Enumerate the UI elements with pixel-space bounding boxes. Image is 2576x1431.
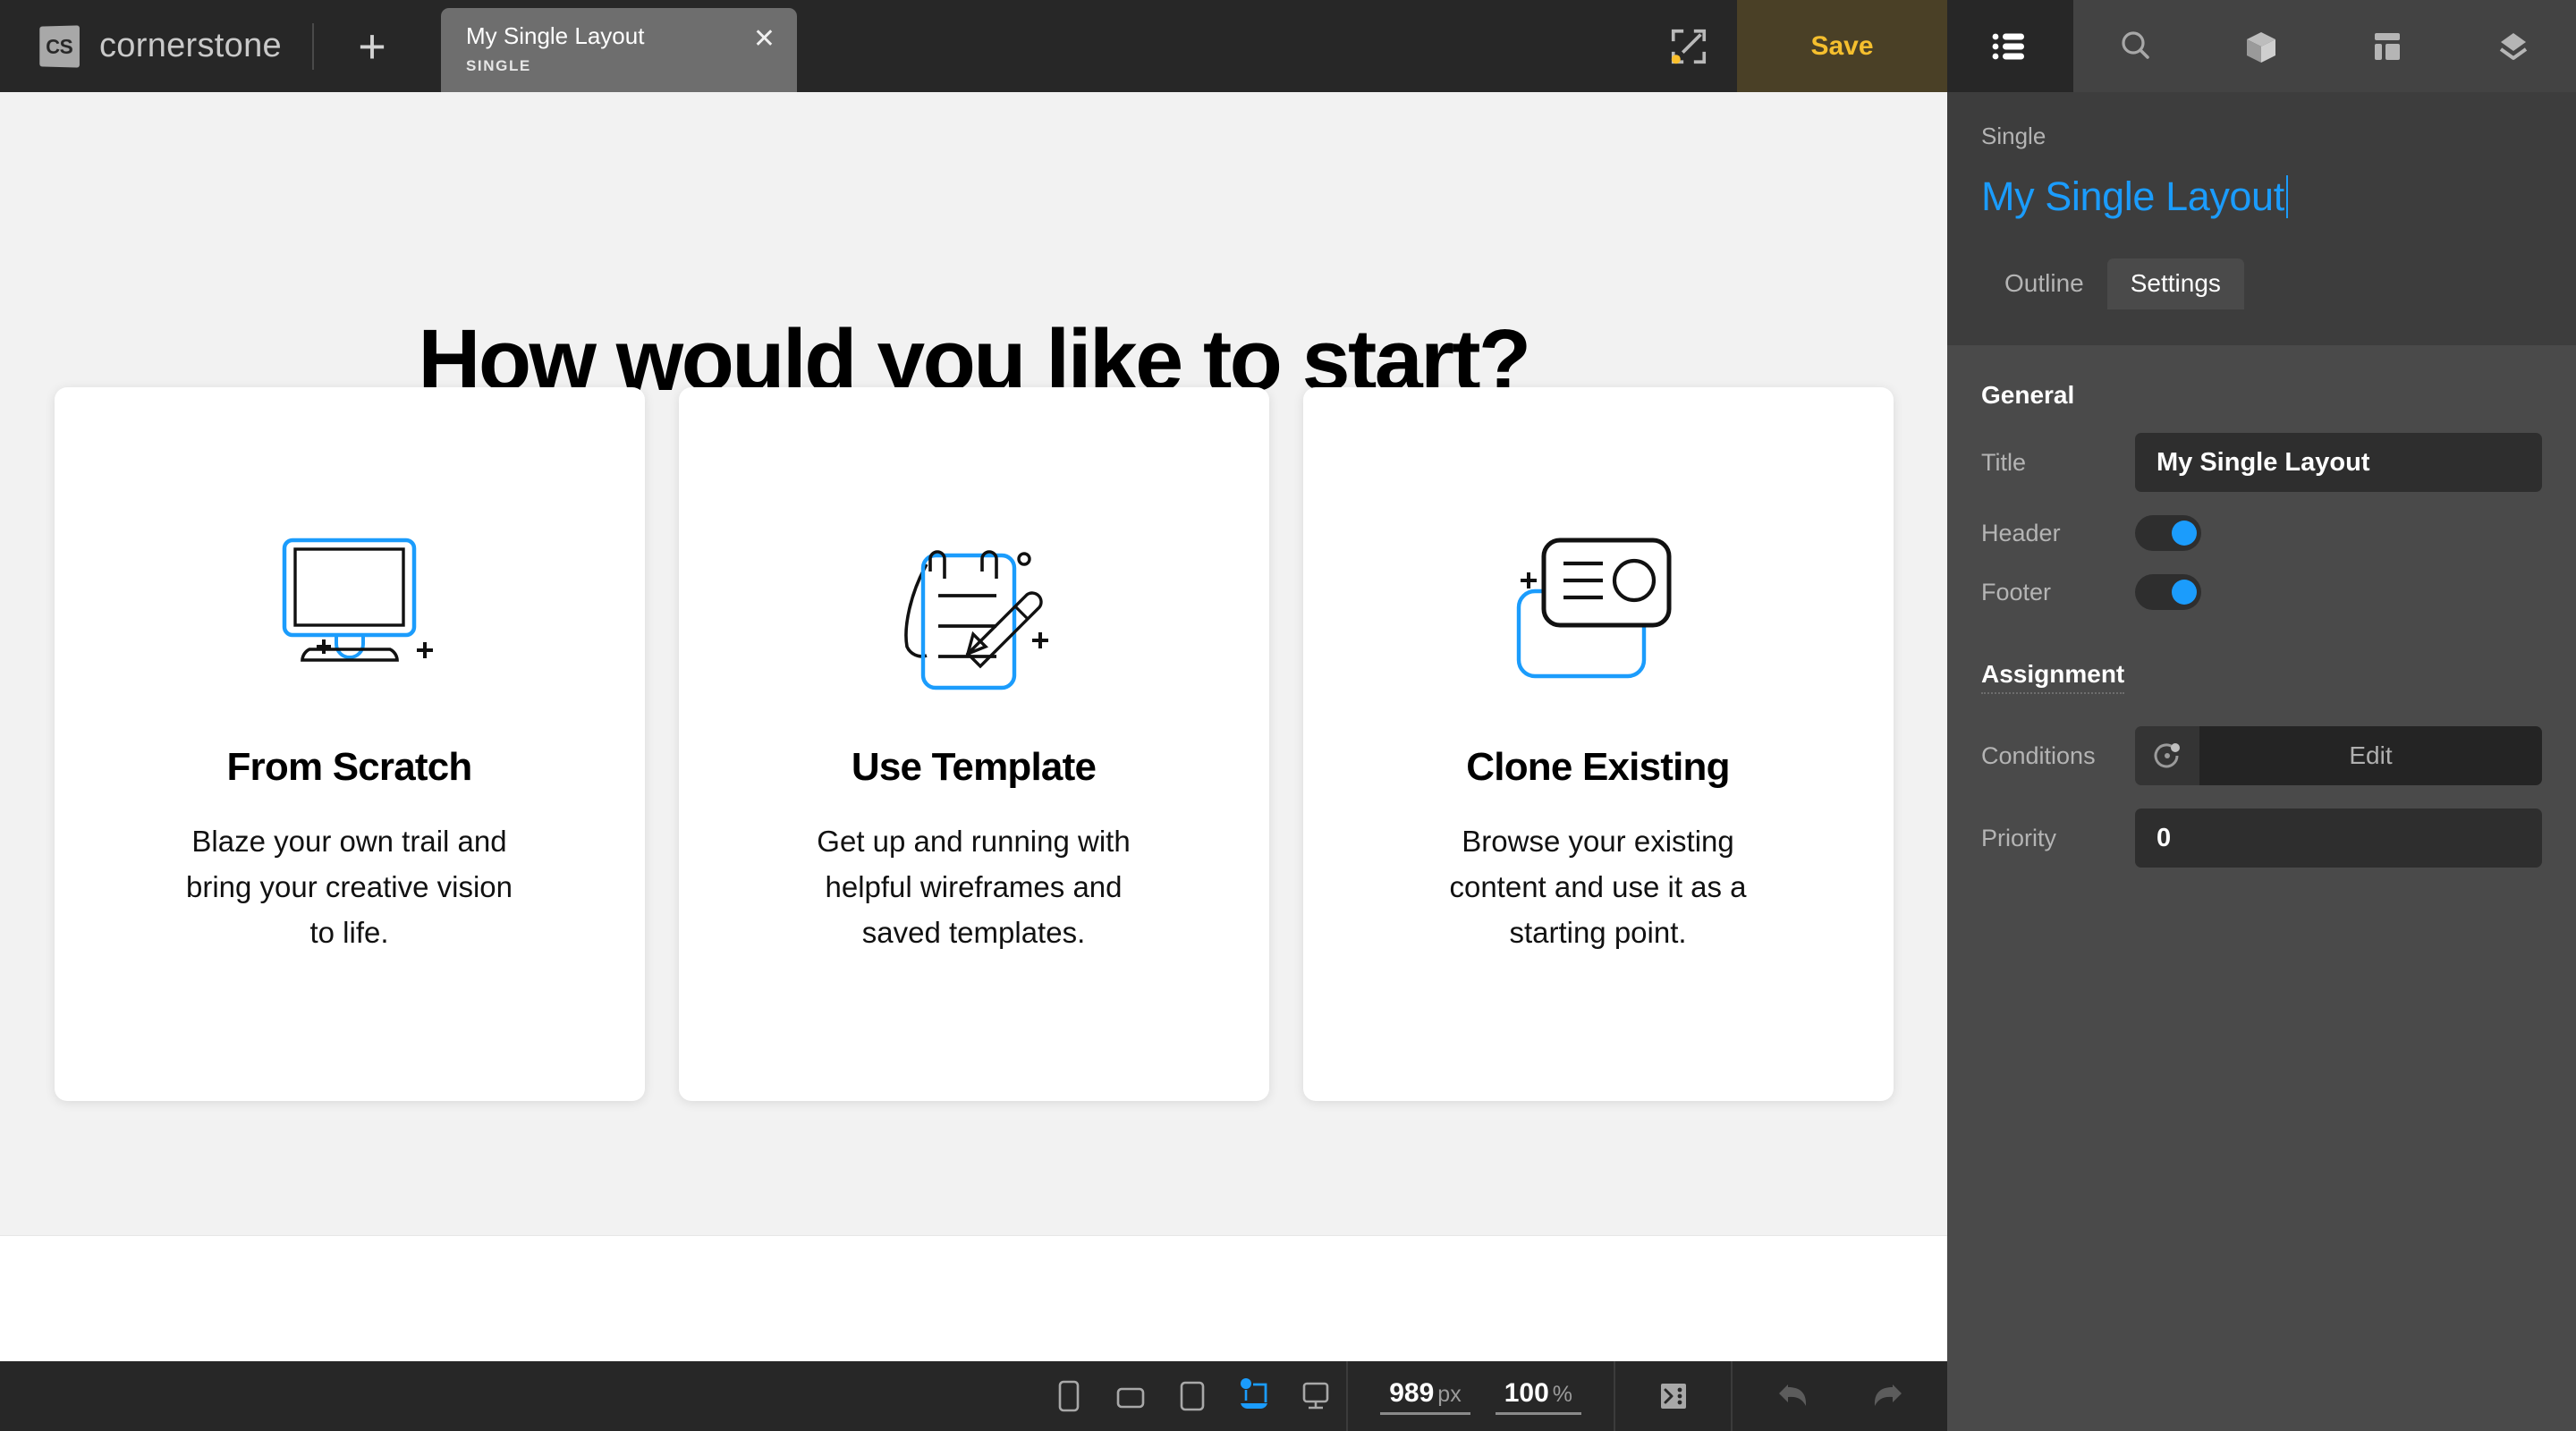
card-title-text: From Scratch xyxy=(226,745,472,789)
preview-button[interactable] xyxy=(1640,0,1737,92)
mobile-portrait-icon[interactable] xyxy=(1038,1361,1099,1431)
header-toggle[interactable] xyxy=(2135,515,2201,551)
card-description: Get up and running with helpful wirefram… xyxy=(817,825,1131,950)
card-description: Blaze your own trail and bring your crea… xyxy=(186,825,513,950)
panel-tab-list[interactable] xyxy=(1947,0,2073,92)
card-title: Use Template xyxy=(847,745,1100,792)
layout-icon xyxy=(2375,32,2401,60)
layers-icon xyxy=(2499,32,2527,60)
text-caret xyxy=(2285,175,2288,218)
page-footer-area xyxy=(0,1235,1947,1361)
field-title-label: Title xyxy=(1981,448,2027,476)
field-title: Title My Single Layout xyxy=(1981,433,2542,492)
title-input[interactable]: My Single Layout xyxy=(2135,433,2542,492)
tab-subtitle: SINGLE xyxy=(465,56,531,74)
field-priority-label: Priority xyxy=(1981,824,2057,851)
cornerstone-logo-icon: CS xyxy=(39,24,80,68)
cube-icon xyxy=(2247,31,2276,63)
toggle-knob xyxy=(2172,580,2197,605)
external-link-icon xyxy=(1671,29,1707,64)
laptop-icon[interactable] xyxy=(1223,1361,1284,1431)
search-icon xyxy=(2122,30,2149,59)
history-group xyxy=(1733,1361,1947,1431)
card-title: From Scratch xyxy=(223,745,476,792)
field-conditions-label: Conditions xyxy=(1981,741,2096,769)
field-footer: Footer xyxy=(1981,574,2542,610)
brand-logo[interactable]: CS cornerstone xyxy=(0,0,282,92)
card-use-template[interactable]: Use Template Get up and running with hel… xyxy=(678,387,1269,1101)
card-title-text: Clone Existing xyxy=(1466,745,1730,789)
bottom-toolbar: 989 px 100 % xyxy=(0,1361,1947,1431)
device-size-group xyxy=(1038,1361,1346,1431)
code-panel-group xyxy=(1615,1361,1731,1431)
panel-header: Single My Single Layout Outline Settings xyxy=(1947,92,2576,309)
monitor-icon xyxy=(247,520,453,699)
start-option-cards: From Scratch Blaze your own trail and br… xyxy=(0,387,1947,1101)
priority-input[interactable]: 0 xyxy=(2135,809,2542,868)
clone-card-icon xyxy=(1496,520,1701,699)
panel-tab-search[interactable] xyxy=(2073,0,2199,92)
field-footer-label: Footer xyxy=(1981,578,2052,605)
section-general-heading: General xyxy=(1981,381,2075,409)
panel-tabs: Outline Settings xyxy=(1981,256,2542,309)
toggle-knob xyxy=(2172,521,2197,546)
panel-tab-blocks[interactable] xyxy=(2199,0,2325,92)
settings-content: General Title My Single Layout Header Fo… xyxy=(1947,345,2576,1431)
save-button[interactable]: Save xyxy=(1737,0,1947,92)
viewport-values: 989 px 100 % xyxy=(1348,1378,1614,1415)
notepad-pencil-icon xyxy=(871,520,1077,699)
page-divider xyxy=(0,1235,1947,1236)
desktop-icon[interactable] xyxy=(1284,1361,1346,1431)
viewport-width-unit: px xyxy=(1437,1381,1462,1407)
add-page-button[interactable]: + xyxy=(346,21,398,72)
app-root: CS cornerstone + My Single Layout SINGLE… xyxy=(0,0,2576,1431)
viewport-width-value: 989 xyxy=(1389,1377,1435,1408)
panel-tab-layout[interactable] xyxy=(2325,0,2451,92)
tab-settings[interactable]: Settings xyxy=(2106,258,2244,309)
mobile-landscape-icon[interactable] xyxy=(1099,1361,1161,1431)
redo-icon[interactable] xyxy=(1855,1361,1917,1431)
toolbar-divider xyxy=(311,22,314,70)
card-description: Browse your existing content and use it … xyxy=(1449,825,1747,950)
zoom-value: 100 xyxy=(1504,1377,1549,1408)
zoom-field[interactable]: 100 % xyxy=(1495,1377,1581,1415)
card-title-text: Use Template xyxy=(851,745,1097,789)
panel-icon-bar xyxy=(1947,0,2576,92)
tablet-icon[interactable] xyxy=(1161,1361,1223,1431)
field-priority: Priority 0 xyxy=(1981,809,2542,868)
breadcrumb: Single xyxy=(1981,123,2046,149)
card-from-scratch[interactable]: From Scratch Blaze your own trail and br… xyxy=(54,387,645,1101)
code-panel-icon[interactable] xyxy=(1642,1361,1704,1431)
right-panel: Single My Single Layout Outline Settings… xyxy=(1947,0,2576,1431)
conditions-edit-button[interactable]: Edit xyxy=(2199,726,2542,785)
open-tab[interactable]: My Single Layout SINGLE ✕ xyxy=(440,8,797,92)
card-title: Clone Existing xyxy=(1462,745,1733,792)
field-conditions: Conditions Edit xyxy=(1981,726,2542,785)
brand-name: cornerstone xyxy=(99,27,282,64)
tab-title: My Single Layout xyxy=(465,22,645,49)
section-assignment-heading: Assignment xyxy=(1981,660,2125,694)
card-clone-existing[interactable]: Clone Existing Browse your existing cont… xyxy=(1302,387,1894,1101)
field-header-label: Header xyxy=(1981,519,2061,546)
zoom-unit: % xyxy=(1552,1381,1572,1407)
tab-outline[interactable]: Outline xyxy=(1981,258,2107,309)
close-icon[interactable]: ✕ xyxy=(753,26,775,53)
undo-icon[interactable] xyxy=(1763,1361,1825,1431)
target-icon[interactable] xyxy=(2135,726,2199,785)
footer-toggle[interactable] xyxy=(2135,574,2201,610)
panel-title-input[interactable]: My Single Layout xyxy=(1981,174,2542,220)
top-toolbar: CS cornerstone + My Single Layout SINGLE… xyxy=(0,0,1947,92)
list-icon xyxy=(1992,33,2025,59)
field-header: Header xyxy=(1981,515,2542,551)
viewport-width-field[interactable]: 989 px xyxy=(1380,1378,1470,1415)
panel-tab-layers[interactable] xyxy=(2450,0,2576,92)
editor-area: CS cornerstone + My Single Layout SINGLE… xyxy=(0,0,1947,1431)
conditions-control: Edit xyxy=(2135,726,2542,785)
canvas: How would you like to start? From Scratc… xyxy=(0,92,1947,1361)
panel-title-text: My Single Layout xyxy=(1981,174,2284,219)
